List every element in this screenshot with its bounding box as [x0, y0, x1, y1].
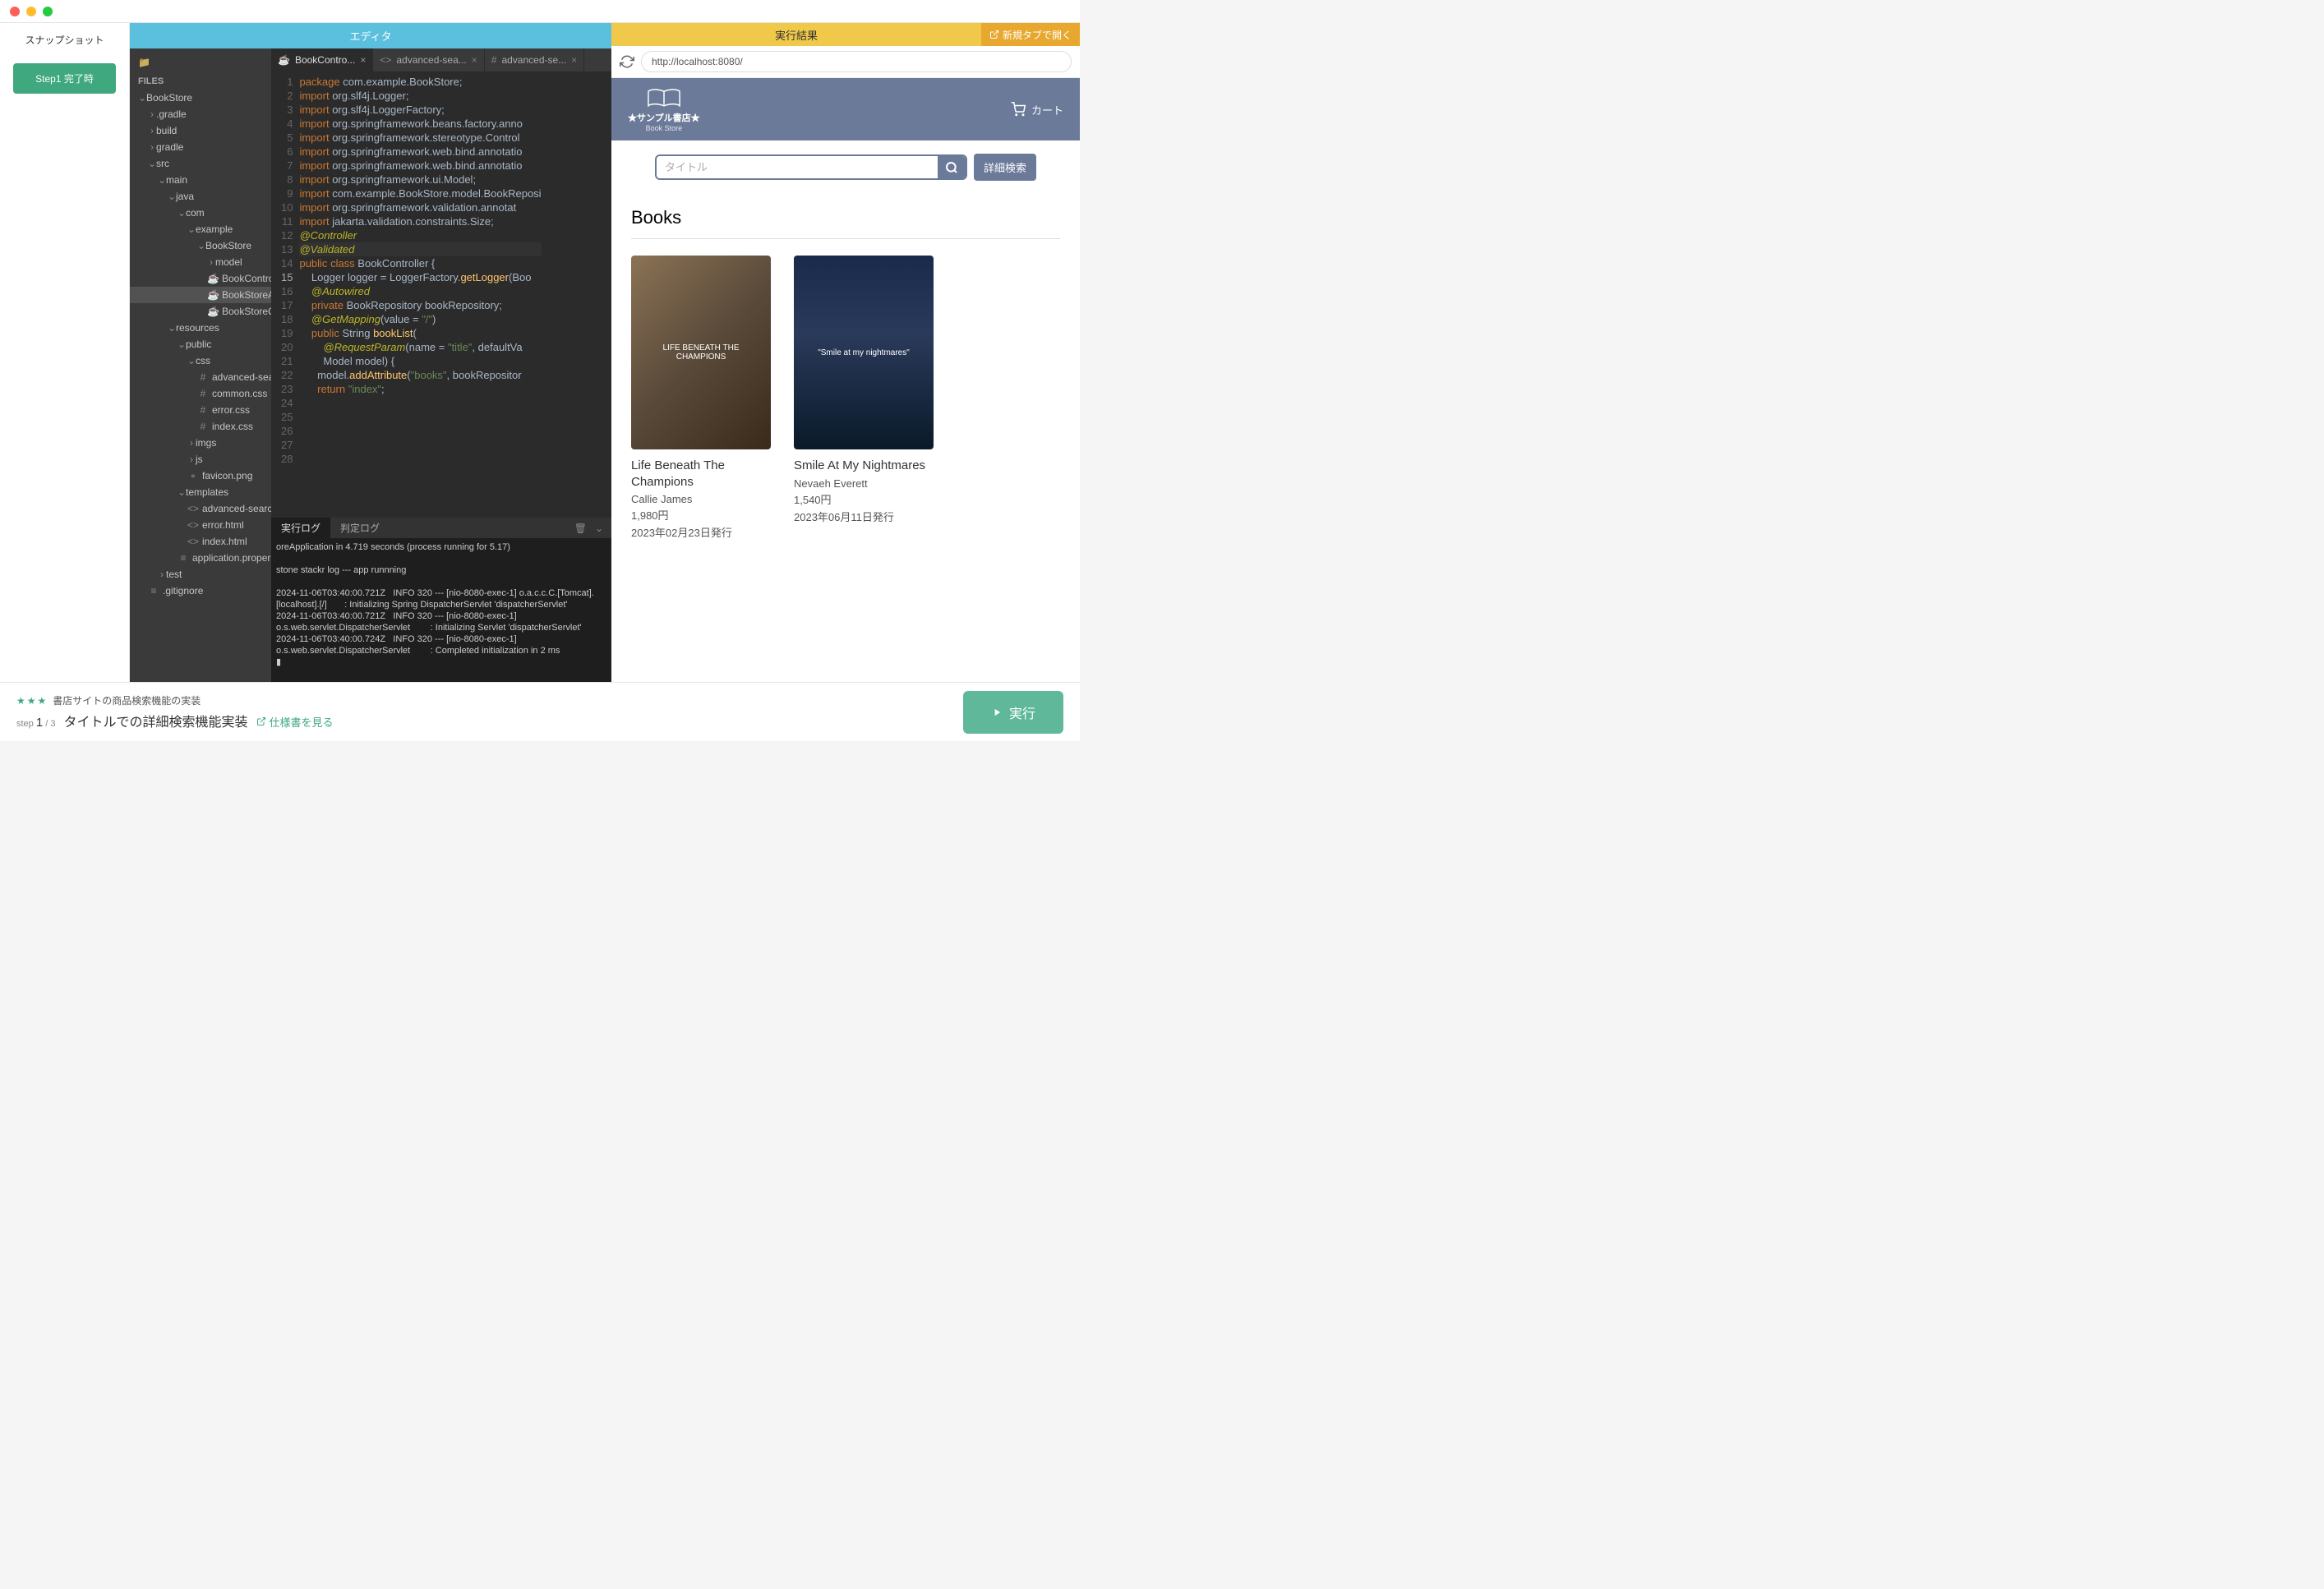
tree-item[interactable]: ›test — [130, 566, 271, 583]
editor-header: エディタ — [130, 23, 611, 48]
advanced-search-button[interactable]: 詳細検索 — [974, 154, 1036, 181]
tree-item[interactable]: #common.css — [130, 385, 271, 402]
book-author: Callie James — [631, 493, 771, 505]
search-button[interactable] — [938, 156, 966, 178]
tree-item[interactable]: #index.css — [130, 418, 271, 435]
footer-bar: ★★★ 書店サイトの商品検索機能の実装 step 1 / 3 タイトルでの詳細検… — [0, 682, 1080, 741]
book-title: Smile At My Nightmares — [794, 458, 934, 474]
tree-item[interactable]: ›imgs — [130, 435, 271, 451]
tree-item[interactable]: ≡application.proper — [130, 550, 271, 566]
tree-item[interactable]: ⌄BookStore — [130, 237, 271, 254]
tree-item[interactable]: ⌄templates — [130, 484, 271, 500]
tree-item[interactable]: <>error.html — [130, 517, 271, 533]
play-icon — [991, 707, 1003, 718]
editor-tab[interactable]: #advanced-se...× — [485, 48, 584, 71]
tree-item[interactable]: ⌄main — [130, 172, 271, 188]
tree-item[interactable]: ⌄java — [130, 188, 271, 205]
snapshot-panel: スナップショット Step1 完了時 — [0, 23, 130, 682]
tree-item[interactable]: ⌄resources — [130, 320, 271, 336]
tree-item[interactable]: ›gradle — [130, 139, 271, 155]
url-input[interactable] — [641, 51, 1072, 72]
tree-item[interactable]: <>advanced-searc — [130, 500, 271, 517]
reload-icon[interactable] — [620, 54, 634, 69]
book-title: Life Beneath The Champions — [631, 458, 771, 490]
tree-item[interactable]: ⌄src — [130, 155, 271, 172]
trash-icon[interactable]: 🗑 — [574, 523, 587, 534]
tree-item[interactable]: ☕BookStoreAp — [130, 287, 271, 303]
tree-item[interactable]: ›build — [130, 122, 271, 139]
tree-item[interactable]: <>index.html — [130, 533, 271, 550]
books-heading: Books — [631, 200, 1060, 239]
tree-item[interactable]: ⌄public — [130, 336, 271, 352]
chevron-down-icon[interactable]: ⌄ — [595, 523, 603, 534]
file-tree[interactable]: 📁 FILES ⌄BookStore›.gradle›build›gradle⌄… — [130, 48, 271, 682]
console-tab-judge[interactable]: 判定ログ — [330, 518, 390, 538]
tree-item[interactable]: ☕BookControll — [130, 270, 271, 287]
tree-item[interactable]: ›model — [130, 254, 271, 270]
tab-close-icon[interactable]: × — [472, 54, 477, 66]
editor-tab[interactable]: ☕BookContro...× — [271, 48, 373, 71]
book-cover: LIFE BENEATH THE CHAMPIONS — [631, 256, 771, 449]
tab-close-icon[interactable]: × — [360, 54, 366, 66]
code-editor[interactable]: 1234567891011121314151617181920212223242… — [271, 71, 611, 518]
book-card[interactable]: "Smile at my nightmares" Smile At My Nigh… — [794, 256, 934, 540]
result-panel: 実行結果 新規タブで開く ★サンプル書店★ Book Store — [611, 23, 1080, 682]
window-chrome — [0, 0, 1080, 23]
editor-tab[interactable]: <>advanced-sea...× — [373, 48, 484, 71]
preview-frame[interactable]: ★サンプル書店★ Book Store カート 詳細検索 Books — [611, 78, 1080, 682]
tree-item[interactable]: ⌄example — [130, 221, 271, 237]
cart-link[interactable]: カート — [1010, 102, 1063, 117]
external-link-icon — [989, 30, 999, 39]
minimize-dot[interactable] — [26, 7, 36, 16]
open-new-tab-button[interactable]: 新規タブで開く — [981, 23, 1080, 46]
book-price: 1,540円 — [794, 491, 934, 507]
tree-item[interactable]: ▫favicon.png — [130, 467, 271, 484]
search-box — [655, 154, 967, 180]
tree-item[interactable]: ⌄css — [130, 352, 271, 369]
cart-icon — [1010, 102, 1026, 117]
result-title: 実行結果 — [611, 27, 981, 43]
tree-item[interactable]: ›.gradle — [130, 106, 271, 122]
book-icon — [646, 86, 682, 111]
close-dot[interactable] — [10, 7, 20, 16]
book-author: Nevaeh Everett — [794, 477, 934, 490]
tree-item[interactable]: #error.css — [130, 402, 271, 418]
tree-item[interactable]: ≡.gitignore — [130, 583, 271, 599]
difficulty-stars: ★★★ — [16, 695, 48, 707]
console-panel: 実行ログ 判定ログ 🗑 ⌄ oreApplication in 4.719 se… — [271, 518, 611, 682]
book-cover: "Smile at my nightmares" — [794, 256, 934, 449]
maximize-dot[interactable] — [43, 7, 53, 16]
site-logo[interactable]: ★サンプル書店★ Book Store — [628, 86, 700, 132]
snapshot-step-button[interactable]: Step1 完了時 — [13, 63, 116, 94]
task-title: タイトルでの詳細検索機能実装 — [64, 711, 248, 730]
project-name: 書店サイトの商品検索機能の実装 — [53, 693, 201, 707]
tree-item[interactable]: ⌄BookStore — [130, 90, 271, 106]
run-button[interactable]: 実行 — [963, 691, 1063, 734]
book-card[interactable]: LIFE BENEATH THE CHAMPIONS Life Beneath T… — [631, 256, 771, 540]
book-price: 1,980円 — [631, 507, 771, 523]
console-tab-run[interactable]: 実行ログ — [271, 518, 330, 538]
snapshot-title: スナップショット — [0, 23, 129, 57]
search-icon — [945, 161, 958, 174]
tree-item[interactable]: ›js — [130, 451, 271, 467]
console-output[interactable]: oreApplication in 4.719 seconds (process… — [271, 538, 611, 682]
book-date: 2023年02月23日発行 — [631, 524, 771, 540]
tree-item[interactable]: ⌄com — [130, 205, 271, 221]
search-input[interactable] — [657, 156, 938, 178]
book-date: 2023年06月11日発行 — [794, 509, 934, 524]
spec-link[interactable]: 仕様書を見る — [256, 714, 334, 730]
tree-item[interactable]: ☕BookStoreCo — [130, 303, 271, 320]
editor-panel: エディタ 📁 FILES ⌄BookStore›.gradle›build›gr… — [130, 23, 611, 682]
external-link-icon — [256, 716, 266, 726]
tree-item[interactable]: #advanced-sear — [130, 369, 271, 385]
tab-close-icon[interactable]: × — [571, 54, 577, 66]
files-label: FILES — [130, 73, 271, 90]
folder-icon: 📁 — [138, 57, 150, 68]
editor-tabs: ☕BookContro...×<>advanced-sea...×#advanc… — [271, 48, 611, 71]
site-header: ★サンプル書店★ Book Store カート — [611, 78, 1080, 140]
